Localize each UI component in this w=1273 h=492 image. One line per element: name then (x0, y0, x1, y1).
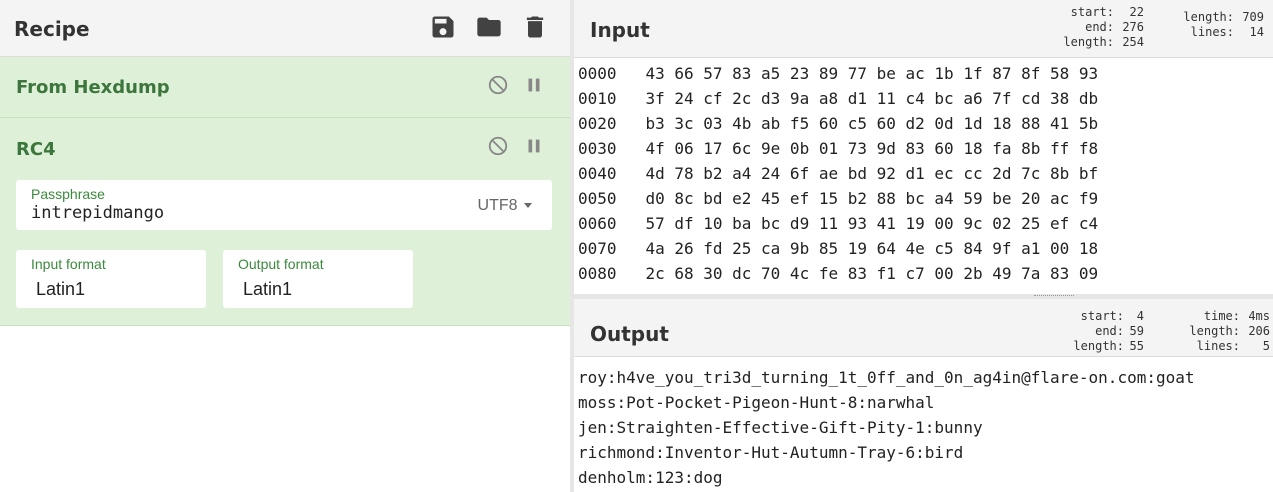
output-selection-stats: start: 4 end: 59 length: 55 (1064, 309, 1144, 354)
hex-offset: 0030 (578, 139, 617, 158)
stat-label: start: (1070, 5, 1114, 19)
hex-bytes: 3f 24 cf 2c d3 9a a8 d1 11 c4 bc a6 7f c… (645, 89, 1099, 108)
output-format-label: Output format (238, 256, 324, 272)
disable-icon[interactable] (487, 135, 509, 157)
passphrase-field[interactable]: Passphrase intrepidmango UTF8 (16, 180, 552, 230)
hex-bytes: d0 8c bd e2 45 ef 15 b2 88 bc a4 59 be 2… (645, 189, 1099, 208)
output-line: richmond:Inventor-Hut-Autumn-Tray-6:bird (578, 443, 964, 462)
hex-bytes: 4f 06 17 6c 9e 0b 01 73 9d 83 60 18 fa 8… (645, 139, 1099, 158)
output-pane: Output start: 4 end: 59 length: 55 time:… (574, 299, 1273, 492)
hex-bytes: 2c 68 30 dc 70 4c fe 83 f1 c7 00 2b 49 7… (645, 264, 1099, 283)
output-header: Output start: 4 end: 59 length: 55 time:… (574, 299, 1273, 357)
operation-title: From Hexdump (16, 77, 170, 98)
stat-start: 4 (1136, 309, 1144, 323)
hex-offset: 0070 (578, 239, 617, 258)
stat-lines: 14 (1249, 25, 1264, 39)
stat-lines: 5 (1262, 339, 1270, 353)
stat-label: length: (1073, 339, 1124, 353)
output-textarea[interactable]: roy:h4ve_you_tri3d_turning_1t_0ff_and_0n… (578, 365, 1273, 492)
input-total-stats: length: 709 lines: 14 (1164, 10, 1264, 40)
folder-icon[interactable] (475, 13, 503, 41)
input-format-label: Input format (31, 256, 106, 272)
encoding-value: UTF8 (477, 197, 518, 214)
encoding-dropdown[interactable]: UTF8 (478, 197, 532, 215)
operation-rc4[interactable]: RC4 Passphrase intrepidmango UTF8 Input … (0, 118, 570, 326)
stat-label: start: (1080, 309, 1124, 323)
hex-offset: 0000 (578, 64, 617, 83)
input-pane: Input start: 22 end: 276 length: 254 len… (574, 0, 1273, 294)
operation-title: RC4 (16, 139, 56, 160)
input-format-field[interactable]: Input format Latin1 (16, 250, 206, 308)
hex-offset: 0050 (578, 189, 617, 208)
hex-line: 0050 d0 8c bd e2 45 ef 15 b2 88 bc a4 59… (578, 186, 1273, 211)
hex-line: 0010 3f 24 cf 2c d3 9a a8 d1 11 c4 bc a6… (578, 86, 1273, 111)
stat-label: length: (1063, 35, 1114, 49)
output-format-field[interactable]: Output format Latin1 (223, 250, 413, 308)
hex-offset: 0010 (578, 89, 617, 108)
hex-offset: 0060 (578, 214, 617, 233)
hex-line: 0030 4f 06 17 6c 9e 0b 01 73 9d 83 60 18… (578, 136, 1273, 161)
output-line: roy:h4ve_you_tri3d_turning_1t_0ff_and_0n… (578, 368, 1195, 387)
hex-bytes: 57 df 10 ba bc d9 11 93 41 19 00 9c 02 2… (645, 214, 1099, 233)
input-header: Input start: 22 end: 276 length: 254 len… (574, 0, 1273, 58)
disable-icon[interactable] (487, 74, 509, 96)
stat-label: end: (1085, 20, 1114, 34)
stat-label: length: (1189, 324, 1240, 338)
hex-line: 0040 4d 78 b2 a4 24 6f ae bd 92 d1 ec cc… (578, 161, 1273, 186)
stat-length-selected: 55 (1129, 339, 1144, 353)
operation-from-hexdump[interactable]: From Hexdump (0, 57, 570, 118)
stat-label: length: (1183, 10, 1234, 24)
hex-line: 0070 4a 26 fd 25 ca 9b 85 19 64 4e c5 84… (578, 236, 1273, 261)
output-line: jen:Straighten-Effective-Gift-Pity-1:bun… (578, 418, 983, 437)
passphrase-label: Passphrase (31, 186, 105, 202)
hex-line: 0060 57 df 10 ba bc d9 11 93 41 19 00 9c… (578, 211, 1273, 236)
hex-offset: 0020 (578, 114, 617, 133)
stat-length-selected: 254 (1122, 35, 1144, 49)
resize-grip (1034, 295, 1074, 297)
passphrase-input[interactable]: intrepidmango (31, 203, 164, 223)
output-line: denholm:123:dog (578, 468, 723, 487)
stat-label: lines: (1196, 339, 1240, 353)
recipe-pane: Recipe From Hexdump RC4 Passphrase intre… (0, 0, 570, 492)
stat-label: time: (1203, 309, 1240, 323)
stat-end: 59 (1129, 324, 1144, 338)
stat-label: end: (1095, 324, 1124, 338)
hex-bytes: 4a 26 fd 25 ca 9b 85 19 64 4e c5 84 9f a… (645, 239, 1099, 258)
input-format-value[interactable]: Latin1 (36, 279, 85, 300)
hex-line: 0020 b3 3c 03 4b ab f5 60 c5 60 d2 0d 1d… (578, 111, 1273, 136)
stat-start: 22 (1129, 5, 1144, 19)
recipe-header: Recipe (0, 0, 570, 57)
trash-icon[interactable] (521, 13, 549, 41)
hex-offset: 0040 (578, 164, 617, 183)
hex-bytes: 43 66 57 83 a5 23 89 77 be ac 1b 1f 87 8… (645, 64, 1099, 83)
hex-line: 0000 43 66 57 83 a5 23 89 77 be ac 1b 1f… (578, 61, 1273, 86)
hex-bytes: 4d 78 b2 a4 24 6f ae bd 92 d1 ec cc 2d 7… (645, 164, 1099, 183)
hex-bytes: b3 3c 03 4b ab f5 60 c5 60 d2 0d 1d 18 8… (645, 114, 1099, 133)
stat-label: lines: (1190, 25, 1234, 39)
stat-time: 4ms (1248, 309, 1270, 323)
output-total-stats: time: 4ms length: 206 lines: 5 (1164, 309, 1270, 354)
save-icon[interactable] (429, 13, 457, 41)
stat-length: 709 (1242, 10, 1264, 24)
output-title: Output (590, 322, 669, 346)
caret-down-icon (524, 203, 532, 209)
hex-line: 0080 2c 68 30 dc 70 4c fe 83 f1 c7 00 2b… (578, 261, 1273, 286)
pause-icon[interactable] (523, 74, 545, 96)
hex-offset: 0080 (578, 264, 617, 283)
input-textarea[interactable]: 0000 43 66 57 83 a5 23 89 77 be ac 1b 1f… (578, 61, 1273, 294)
stat-length: 206 (1248, 324, 1270, 338)
input-title: Input (590, 18, 650, 42)
output-line: moss:Pot-Pocket-Pigeon-Hunt-8:narwhal (578, 393, 935, 412)
input-selection-stats: start: 22 end: 276 length: 254 (1054, 5, 1144, 50)
stat-end: 276 (1122, 20, 1144, 34)
recipe-title: Recipe (14, 17, 90, 41)
output-format-value[interactable]: Latin1 (243, 279, 292, 300)
pause-icon[interactable] (523, 135, 545, 157)
